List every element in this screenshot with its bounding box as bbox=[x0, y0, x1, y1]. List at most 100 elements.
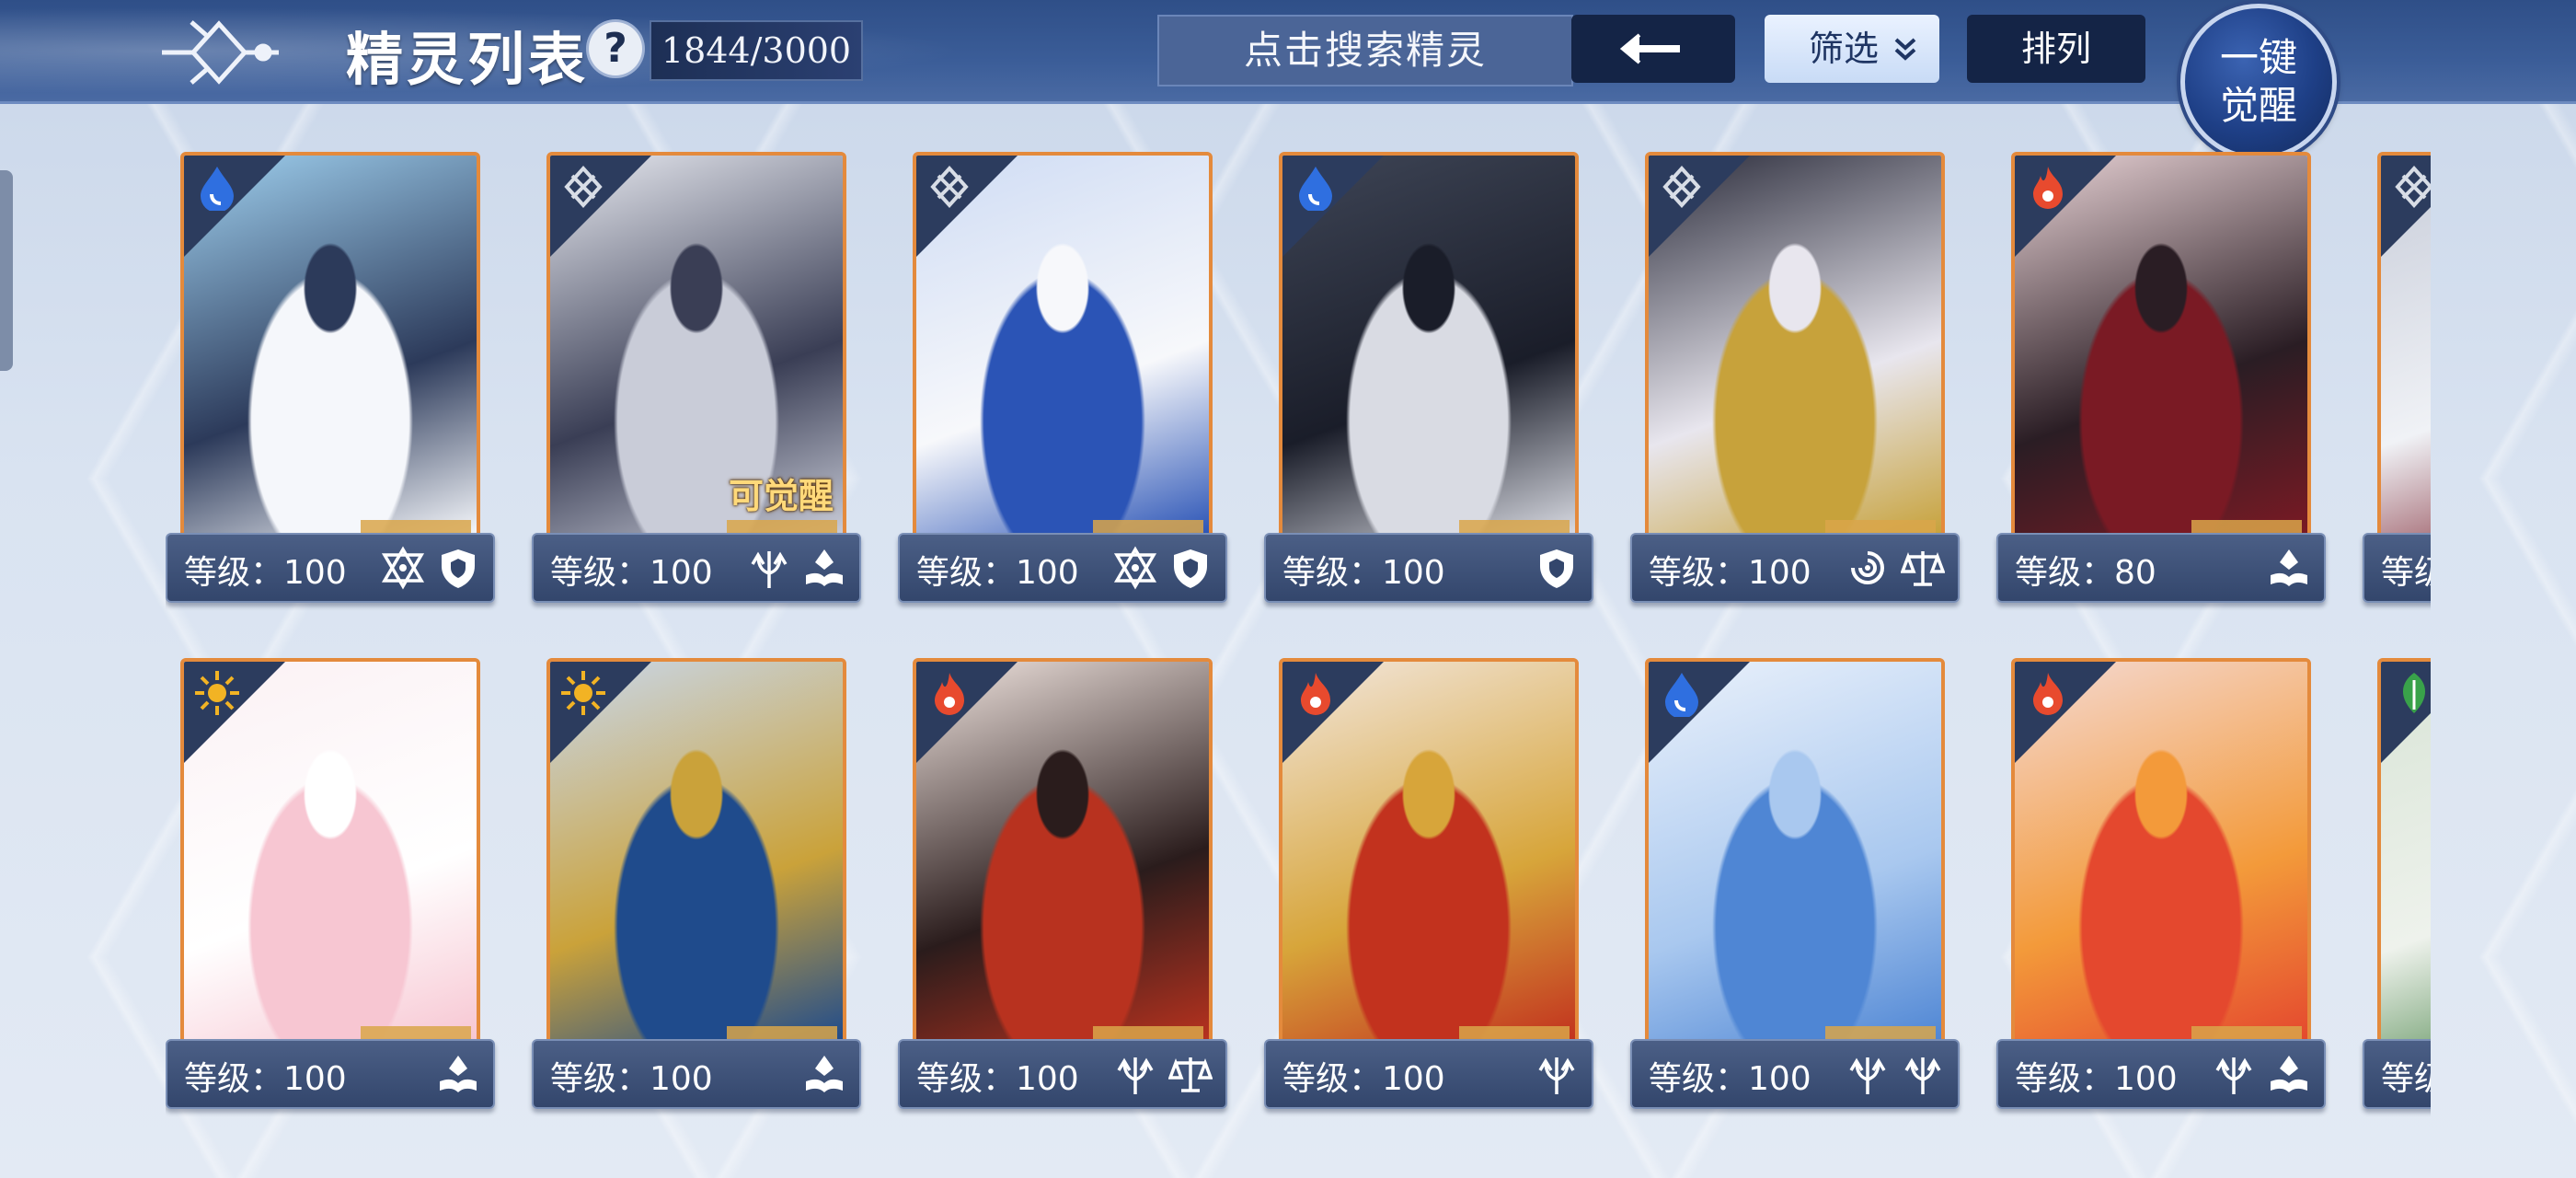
spirit-card[interactable]: 等级：100 bbox=[1264, 152, 1593, 612]
level-text: 等级：100 bbox=[550, 554, 713, 592]
spirit-card[interactable]: 等级：100 bbox=[1630, 152, 1960, 612]
light-element-icon bbox=[195, 671, 239, 715]
spirit-card[interactable]: 等级：100 bbox=[166, 152, 495, 612]
shield-icon bbox=[1174, 549, 1207, 588]
spirit-card[interactable]: 等级 bbox=[2363, 658, 2431, 1118]
trait-badges bbox=[747, 546, 846, 590]
level-plate: 等级：100 bbox=[532, 1039, 861, 1109]
spirit-card[interactable]: 等级：100 bbox=[166, 658, 495, 1118]
trident-icon bbox=[1117, 1057, 1154, 1094]
spirit-card[interactable]: 等级：100 bbox=[1630, 658, 1960, 1118]
trait-badges bbox=[1846, 546, 1945, 590]
trident-icon bbox=[751, 551, 788, 588]
trait-badges bbox=[1113, 546, 1213, 590]
scales-icon bbox=[1901, 551, 1945, 586]
trait-badges bbox=[436, 1052, 480, 1096]
fire-element-icon bbox=[2033, 673, 2063, 715]
level-text: 等级：100 bbox=[184, 554, 347, 592]
level-text: 等级：100 bbox=[1649, 554, 1811, 592]
level-text: 等级：100 bbox=[184, 1060, 347, 1098]
spirit-card[interactable]: 等级：100 bbox=[1264, 658, 1593, 1118]
level-plate: 等级：100 bbox=[1630, 1039, 1960, 1109]
neutral-element-icon bbox=[930, 166, 969, 208]
scales-icon bbox=[1168, 1057, 1213, 1092]
search-input[interactable]: 点击搜索精灵 bbox=[1157, 15, 1573, 87]
level-plate: 等级 bbox=[2363, 533, 2431, 603]
level-plate: 等级：100 bbox=[898, 533, 1227, 603]
grass-element-icon bbox=[2402, 673, 2426, 713]
trident-icon bbox=[2215, 1057, 2252, 1094]
star-emblem-icon bbox=[1113, 546, 1157, 590]
portrait-frame: 可觉醒 bbox=[546, 152, 846, 538]
trident-icon bbox=[1904, 1057, 1941, 1094]
trait-badges bbox=[2267, 546, 2311, 590]
water-element-icon bbox=[1665, 673, 1698, 717]
sort-button[interactable]: 排列 bbox=[1967, 15, 2145, 83]
trait-badges bbox=[802, 1052, 846, 1096]
level-plate: 等级：100 bbox=[532, 533, 861, 603]
trident-icon bbox=[1849, 1057, 1886, 1094]
spirit-card[interactable]: 等级：100 bbox=[532, 658, 861, 1118]
portrait-frame bbox=[1645, 658, 1945, 1045]
level-plate: 等级：100 bbox=[898, 1039, 1227, 1109]
spirit-card[interactable]: 等级 bbox=[2363, 152, 2431, 612]
portrait-frame bbox=[1279, 658, 1579, 1045]
portrait-frame bbox=[180, 658, 480, 1045]
left-arrow-icon bbox=[1619, 33, 1680, 64]
level-plate: 等级：100 bbox=[1264, 533, 1593, 603]
vortex-icon bbox=[1851, 551, 1884, 584]
level-plate: 等级：100 bbox=[1996, 1039, 2326, 1109]
level-text: 等级：100 bbox=[916, 1060, 1079, 1098]
level-text: 等级：100 bbox=[1282, 554, 1445, 592]
filter-label: 筛选 bbox=[1809, 29, 1880, 69]
shield-icon bbox=[1540, 549, 1573, 588]
trait-badges bbox=[1113, 1052, 1213, 1096]
back-emblem-icon[interactable] bbox=[155, 17, 283, 88]
portrait-frame bbox=[913, 152, 1213, 538]
clear-search-button[interactable] bbox=[1571, 15, 1735, 83]
portrait-frame bbox=[2377, 658, 2431, 1045]
spirit-card[interactable]: 可觉醒 等级：100 bbox=[532, 152, 861, 612]
book-icon bbox=[440, 1056, 477, 1092]
level-text: 等级：100 bbox=[1282, 1060, 1445, 1098]
portrait-frame bbox=[1645, 152, 1945, 538]
water-element-icon bbox=[1299, 167, 1332, 211]
spirit-card[interactable]: 等级：100 bbox=[1996, 658, 2326, 1118]
filter-button[interactable]: 筛选 bbox=[1765, 15, 1939, 83]
level-text: 等级：100 bbox=[916, 554, 1079, 592]
one-click-awaken-button[interactable]: 一键 觉醒 bbox=[2180, 4, 2337, 160]
spirit-grid: 等级：100 可觉醒 等级：100 等级：100 等级：100 等级：100 等… bbox=[166, 152, 2431, 1127]
level-plate: 等级：100 bbox=[166, 1039, 495, 1109]
spirit-card[interactable]: 等级：80 bbox=[1996, 152, 2326, 612]
fire-element-icon bbox=[935, 673, 964, 715]
level-plate: 等级：80 bbox=[1996, 533, 2326, 603]
portrait-frame bbox=[2377, 152, 2431, 538]
portrait-frame bbox=[1279, 152, 1579, 538]
fire-element-icon bbox=[2033, 167, 2063, 209]
double-chevron-down-icon bbox=[1894, 38, 1916, 61]
level-plate: 等级 bbox=[2363, 1039, 2431, 1109]
level-plate: 等级：100 bbox=[1264, 1039, 1593, 1109]
trait-badges bbox=[1846, 1052, 1945, 1096]
portrait-frame bbox=[913, 658, 1213, 1045]
level-text: 等级 bbox=[2381, 554, 2431, 592]
spirit-count: 1844/3000 bbox=[650, 20, 863, 81]
level-text: 等级：100 bbox=[550, 1060, 713, 1098]
spirit-card[interactable]: 等级：100 bbox=[898, 152, 1227, 612]
neutral-element-icon bbox=[2395, 166, 2431, 208]
neutral-element-icon bbox=[1662, 166, 1701, 208]
portrait-frame bbox=[2011, 658, 2311, 1045]
level-plate: 等级：100 bbox=[1630, 533, 1960, 603]
spirit-card[interactable]: 等级：100 bbox=[898, 658, 1227, 1118]
water-element-icon bbox=[201, 167, 234, 211]
help-button[interactable]: ? bbox=[589, 22, 642, 75]
side-pull-tab[interactable] bbox=[0, 170, 13, 371]
trident-icon bbox=[1538, 1057, 1575, 1094]
neutral-element-icon bbox=[564, 166, 603, 208]
portrait-frame bbox=[2011, 152, 2311, 538]
fire-element-icon bbox=[1301, 673, 1330, 715]
trait-badges bbox=[381, 546, 480, 590]
awaken-line-1: 一键 bbox=[2219, 35, 2297, 80]
level-text: 等级：100 bbox=[2015, 1060, 2178, 1098]
awaken-line-2: 觉醒 bbox=[2219, 83, 2297, 128]
